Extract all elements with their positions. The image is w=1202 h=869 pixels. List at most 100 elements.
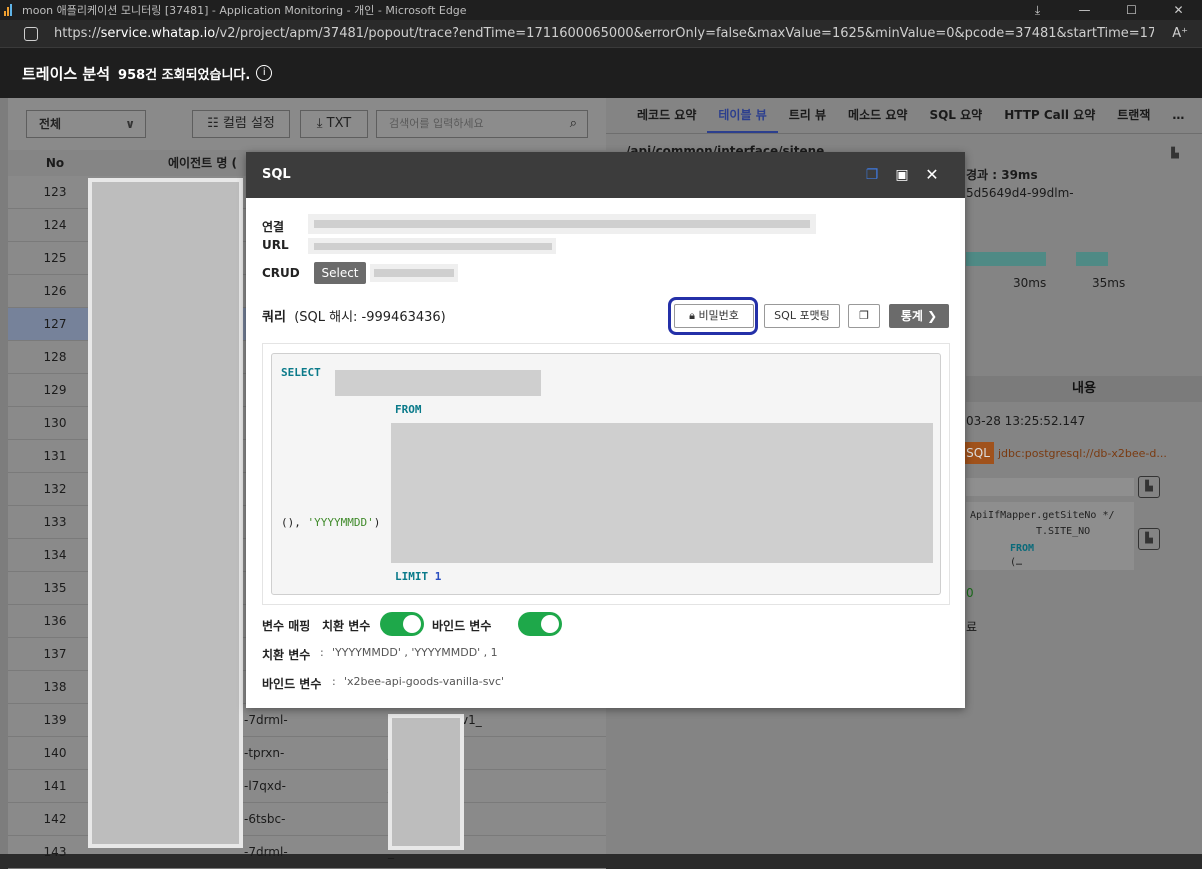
downloads-icon[interactable]: ⤓: [1014, 3, 1061, 18]
tab-0[interactable]: 레코드 요약: [626, 98, 707, 133]
column-header-content: 내용: [966, 376, 1202, 402]
tab-2[interactable]: 트리 뷰: [778, 98, 837, 133]
window-title: moon 애플리케이션 모니터링 [37481] - Application M…: [22, 4, 467, 17]
column-header-no[interactable]: No: [26, 150, 84, 176]
row-number: 135: [43, 581, 67, 595]
connection-value-redacted: [308, 214, 816, 234]
row-number: 130: [43, 416, 67, 430]
row-agent: -l7qxd-: [244, 779, 286, 793]
timeline-bar: [1076, 252, 1108, 266]
row-number: 136: [43, 614, 67, 628]
address-bar[interactable]: https://service.whatap.io/v2/project/apm…: [0, 20, 1202, 48]
result-value: 0: [966, 586, 974, 600]
axis-label-30ms: 30ms: [1013, 276, 1047, 290]
row-number: 124: [43, 218, 67, 232]
row-agent: -6tsbc-: [244, 812, 286, 826]
url-text[interactable]: https://service.whatap.io/v2/project/apm…: [54, 26, 1154, 41]
tab-7[interactable]: …: [1161, 98, 1195, 133]
copy-window-icon[interactable]: ❐: [862, 165, 882, 185]
connection-label: 연결: [262, 220, 285, 234]
close-window-button[interactable]: ✕: [1155, 3, 1202, 17]
stats-icon[interactable]: ▙: [1138, 476, 1160, 498]
substitute-vars-separator: :: [320, 646, 324, 659]
search-input[interactable]: 검색어를 입력하세요 ⌕: [376, 110, 588, 138]
modal-title: SQL: [262, 167, 291, 182]
site-info-icon[interactable]: [24, 26, 38, 41]
chevron-right-icon: ❯: [927, 309, 938, 323]
row-number: 138: [43, 680, 67, 694]
row-agent: -tprxn-: [244, 746, 285, 760]
tab-5[interactable]: HTTP Call 요약: [993, 98, 1106, 133]
url-label: URL: [262, 238, 289, 252]
close-icon[interactable]: ✕: [922, 165, 942, 185]
app-logo-icon: [4, 4, 18, 16]
redacted-block: [388, 714, 464, 850]
elapsed-time: 경과 : 39ms: [966, 168, 1038, 182]
column-header-agent[interactable]: 에이전트 명 (: [168, 150, 237, 176]
redacted-block: [88, 178, 243, 848]
crud-extra-redacted: [370, 264, 458, 282]
crud-label: CRUD: [262, 266, 300, 280]
url-value-redacted: [308, 238, 556, 254]
password-highlight: [668, 297, 758, 335]
column-settings-button[interactable]: ☷ 컬럼 설정: [192, 110, 290, 138]
columns-icon: ☷: [207, 116, 219, 131]
row-number: 133: [43, 515, 67, 529]
info-icon[interactable]: i: [256, 65, 273, 81]
redacted-columns: [335, 370, 541, 396]
search-placeholder: 검색어를 입력하세요: [389, 117, 484, 130]
sql-preview-line: (…: [1010, 557, 1023, 568]
modal-header: SQL ❐ ▣ ✕: [246, 152, 965, 198]
expand-icon[interactable]: ▣: [892, 165, 912, 185]
trace-toolbar: 전체 ∨ ☷ 컬럼 설정 ⤓ TXT 검색어를 입력하세요 ⌕: [8, 98, 606, 148]
detail-tabs: 레코드 요약 테이블 뷰 트리 뷰 메소드 요약 SQL 요약 HTTP Call 요약 트…: [606, 98, 1202, 134]
substitute-vars-value: 'YYYYMMDD' , 'YYYYMMDD' , 1: [332, 646, 498, 659]
bind-toggle-label: 바인드 변수: [432, 619, 492, 633]
minimize-button[interactable]: —: [1061, 3, 1108, 17]
bind-variable-toggle[interactable]: [518, 612, 562, 636]
crud-value: Select: [314, 262, 366, 284]
status-text: 료: [966, 620, 978, 634]
maximize-button[interactable]: ☐: [1108, 3, 1155, 17]
copy-icon: ❐: [859, 309, 869, 322]
substitute-variable-toggle[interactable]: [380, 612, 424, 636]
row-number: 125: [43, 251, 67, 265]
sql-function-args: (), 'YYYYMMDD'): [281, 516, 381, 529]
sql-format-button[interactable]: SQL 포맷팅: [764, 304, 840, 328]
row-agent: -7drml-: [244, 845, 288, 859]
tab-1[interactable]: 테이블 뷰: [707, 98, 778, 133]
reader-mode-icon[interactable]: A⁺: [1172, 26, 1188, 41]
row-number: 137: [43, 647, 67, 661]
redacted-from-clause: [391, 423, 933, 563]
filter-select[interactable]: 전체 ∨: [26, 110, 146, 138]
page-title: 트레이스 분석: [22, 64, 111, 83]
sql-editor[interactable]: SELECT FROM (), 'YYYYMMDD') LIMIT 1: [271, 353, 941, 595]
step-timestamp: 03-28 13:25:52.147: [966, 414, 1086, 428]
tab-6[interactable]: 트랜잭: [1106, 98, 1161, 133]
row-number: 129: [43, 383, 67, 397]
substitute-toggle-label: 치환 변수: [322, 619, 371, 633]
stats-icon[interactable]: ▙: [1138, 528, 1160, 550]
sql-badge: SQL: [962, 442, 994, 464]
tab-4[interactable]: SQL 요약: [918, 98, 993, 133]
search-icon[interactable]: ⌕: [570, 111, 577, 137]
axis-label-35ms: 35ms: [1092, 276, 1126, 290]
row-number: 134: [43, 548, 67, 562]
row-number: 131: [43, 449, 67, 463]
row-number: 139: [43, 713, 67, 727]
sql-limit-clause: LIMIT 1: [395, 570, 442, 583]
sql-preview-line: FROM: [1010, 543, 1035, 554]
txt-export-button[interactable]: ⤓ TXT: [300, 110, 368, 138]
pod-name: 5d5649d4-99dlm-: [966, 186, 1074, 200]
result-count: 958건 조회되었습니다.: [118, 67, 251, 83]
copy-button[interactable]: ❐: [848, 304, 880, 328]
tab-3[interactable]: 메소드 요약: [837, 98, 918, 133]
timeline-bar: [966, 252, 1046, 266]
sql-preview: ApiIfMapper.getSiteNo */ T.SITE_NO FROM …: [966, 502, 1134, 570]
chevron-down-icon: ∨: [125, 117, 135, 131]
stats-button[interactable]: 통계 ❯: [889, 304, 949, 328]
chart-icon[interactable]: ▙: [1164, 144, 1186, 166]
jdbc-url[interactable]: jdbc:postgresql://db-x2bee-d...: [998, 447, 1167, 460]
sql-modal: SQL ❐ ▣ ✕ 연결 URL CRUD Select 쿼리 (SQL 해시:…: [246, 152, 965, 708]
row-number: 123: [43, 185, 67, 199]
